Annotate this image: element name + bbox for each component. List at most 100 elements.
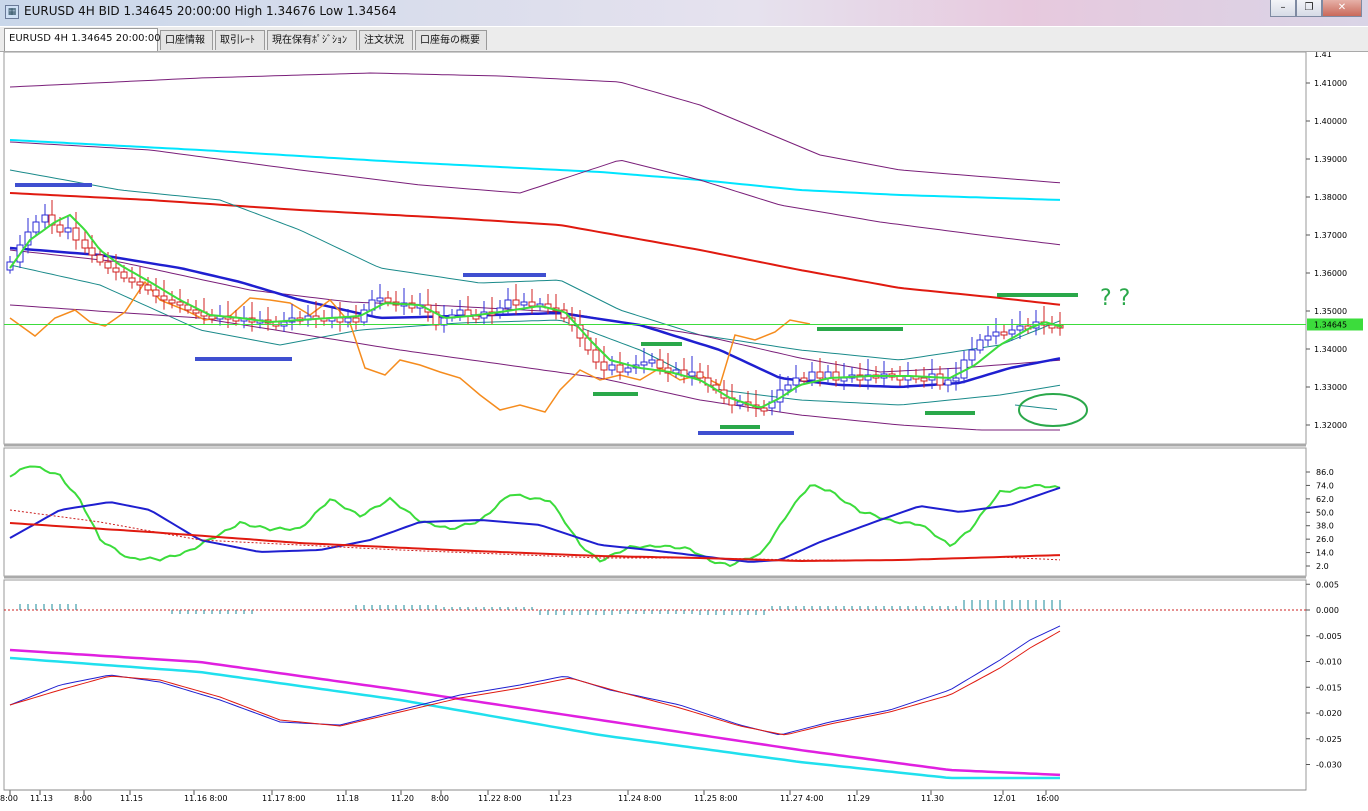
time-tick-label: 11.16 8:00 [184, 794, 227, 803]
macd-tick-label: -0.025 [1316, 735, 1342, 744]
candle [608, 364, 616, 371]
price-tick-label: 1.41000 [1314, 79, 1347, 88]
price-tick-label: 1.36000 [1314, 269, 1347, 278]
candle [648, 359, 656, 364]
tab-orders[interactable]: 注文状況 [359, 30, 413, 50]
candle [600, 361, 608, 371]
candle [152, 289, 160, 297]
stoch-tick-label: 2.0 [1316, 562, 1329, 571]
tab-account-summary[interactable]: 口座毎の概要 [415, 30, 487, 50]
stoch-tick-label: 74.0 [1316, 481, 1334, 490]
window-controls: – ❐ ✕ [1270, 0, 1362, 18]
price-tick-label: 1.34000 [1314, 345, 1347, 354]
candle [1008, 329, 1016, 335]
candle [592, 349, 600, 363]
chart-area[interactable]: 1.41000 1.40000 1.39000 1.38000 1.37000 1.360… [0, 52, 1368, 811]
time-tick-label: 11.15 [120, 794, 143, 803]
time-tick-label: 11.17 8:00 [262, 794, 305, 803]
candle [936, 373, 944, 386]
candle [624, 367, 632, 373]
candle [520, 301, 528, 306]
candle [504, 299, 512, 309]
time-tick-label: 11.25 8:00 [694, 794, 737, 803]
time-tick-label: 11.20 [391, 794, 414, 803]
candle [688, 371, 696, 377]
stoch-tick-label: 62.0 [1316, 495, 1334, 504]
candle [440, 317, 448, 326]
stoch-tick-label: 14.0 [1316, 549, 1334, 558]
candle [384, 297, 392, 303]
candle [344, 317, 352, 323]
price-tick-label: 1.37000 [1314, 231, 1347, 240]
candle [336, 317, 344, 323]
candle [160, 295, 168, 301]
stoch-tick-label: 26.0 [1316, 535, 1334, 544]
time-tick-label: 11.23 [549, 794, 572, 803]
tab-rates[interactable]: 取引ﾚｰﾄ [215, 30, 265, 50]
candle [1000, 331, 1008, 336]
candle [128, 277, 136, 283]
candle [456, 309, 464, 316]
candle [760, 407, 768, 412]
candle [81, 239, 89, 249]
price-tick-label: 1.33000 [1314, 383, 1347, 392]
candle [656, 359, 664, 369]
candle [792, 377, 800, 386]
candle [56, 224, 64, 233]
stoch-tick-label: 38.0 [1316, 522, 1334, 531]
window-title: EURUSD 4H BID 1.34645 20:00:00 High 1.34… [24, 4, 397, 18]
candle [616, 364, 624, 373]
time-tick-label: 11.24 8:00 [618, 794, 661, 803]
window-titlebar: ▦ EURUSD 4H BID 1.34645 20:00:00 High 1.… [0, 0, 1368, 26]
candle [176, 301, 184, 306]
time-tick-label: 8:00 [0, 794, 18, 803]
candle [984, 335, 992, 341]
candle [816, 371, 824, 379]
candle [968, 349, 976, 361]
candle [64, 227, 72, 233]
candle [920, 377, 928, 382]
candle [120, 271, 128, 279]
macd-tick-label: -0.015 [1316, 683, 1342, 692]
candle [136, 281, 144, 286]
stoch-tick-label: 86.0 [1316, 468, 1334, 477]
chart-tabbar: EURUSD 4H 1.34645 20:00:00 口座情報 取引ﾚｰﾄ 現在… [0, 27, 1368, 52]
time-tick-label: 8:00 [431, 794, 449, 803]
candle [112, 267, 120, 273]
candle [512, 299, 520, 306]
stoch-tick-label: 50.0 [1316, 508, 1334, 517]
tab-chart[interactable]: EURUSD 4H 1.34645 20:00:00 [4, 28, 161, 51]
candle [808, 371, 816, 381]
candle [696, 371, 704, 379]
candle [208, 315, 216, 320]
candle [72, 227, 80, 241]
price-tick-label: 1.32000 [1314, 421, 1347, 430]
candle [800, 377, 808, 382]
candle [976, 339, 984, 351]
price-tick-label: 1.41 [1314, 52, 1332, 59]
chart-app-icon: ▦ [5, 5, 19, 19]
candle [144, 284, 152, 291]
price-tick-label: 1.40000 [1314, 117, 1347, 126]
candle [944, 379, 952, 386]
macd-tick-label: -0.005 [1316, 632, 1342, 641]
macd-tick-label: -0.030 [1316, 761, 1342, 770]
candle [840, 377, 848, 382]
candle [1016, 325, 1024, 331]
candle [640, 361, 648, 366]
minimize-icon[interactable]: – [1270, 0, 1296, 17]
candle [992, 331, 1000, 337]
restore-icon[interactable]: ❐ [1296, 0, 1322, 17]
time-tick-label: 12.01 [993, 794, 1016, 803]
tab-positions[interactable]: 現在保有ﾎﾟｼﾞｼｮﾝ [267, 30, 357, 50]
time-tick-label: 11.30 [921, 794, 944, 803]
candle [168, 299, 176, 304]
candle [41, 214, 49, 223]
main-pane [3, 52, 1307, 445]
close-icon[interactable]: ✕ [1322, 0, 1362, 17]
time-tick-label: 11.27 4:00 [780, 794, 823, 803]
tab-account-info[interactable]: 口座情報 [160, 30, 213, 50]
current-price-label: 1.34645 [1314, 320, 1347, 329]
macd-tick-label: 0.000 [1316, 606, 1339, 615]
price-tick-label: 1.38000 [1314, 193, 1347, 202]
